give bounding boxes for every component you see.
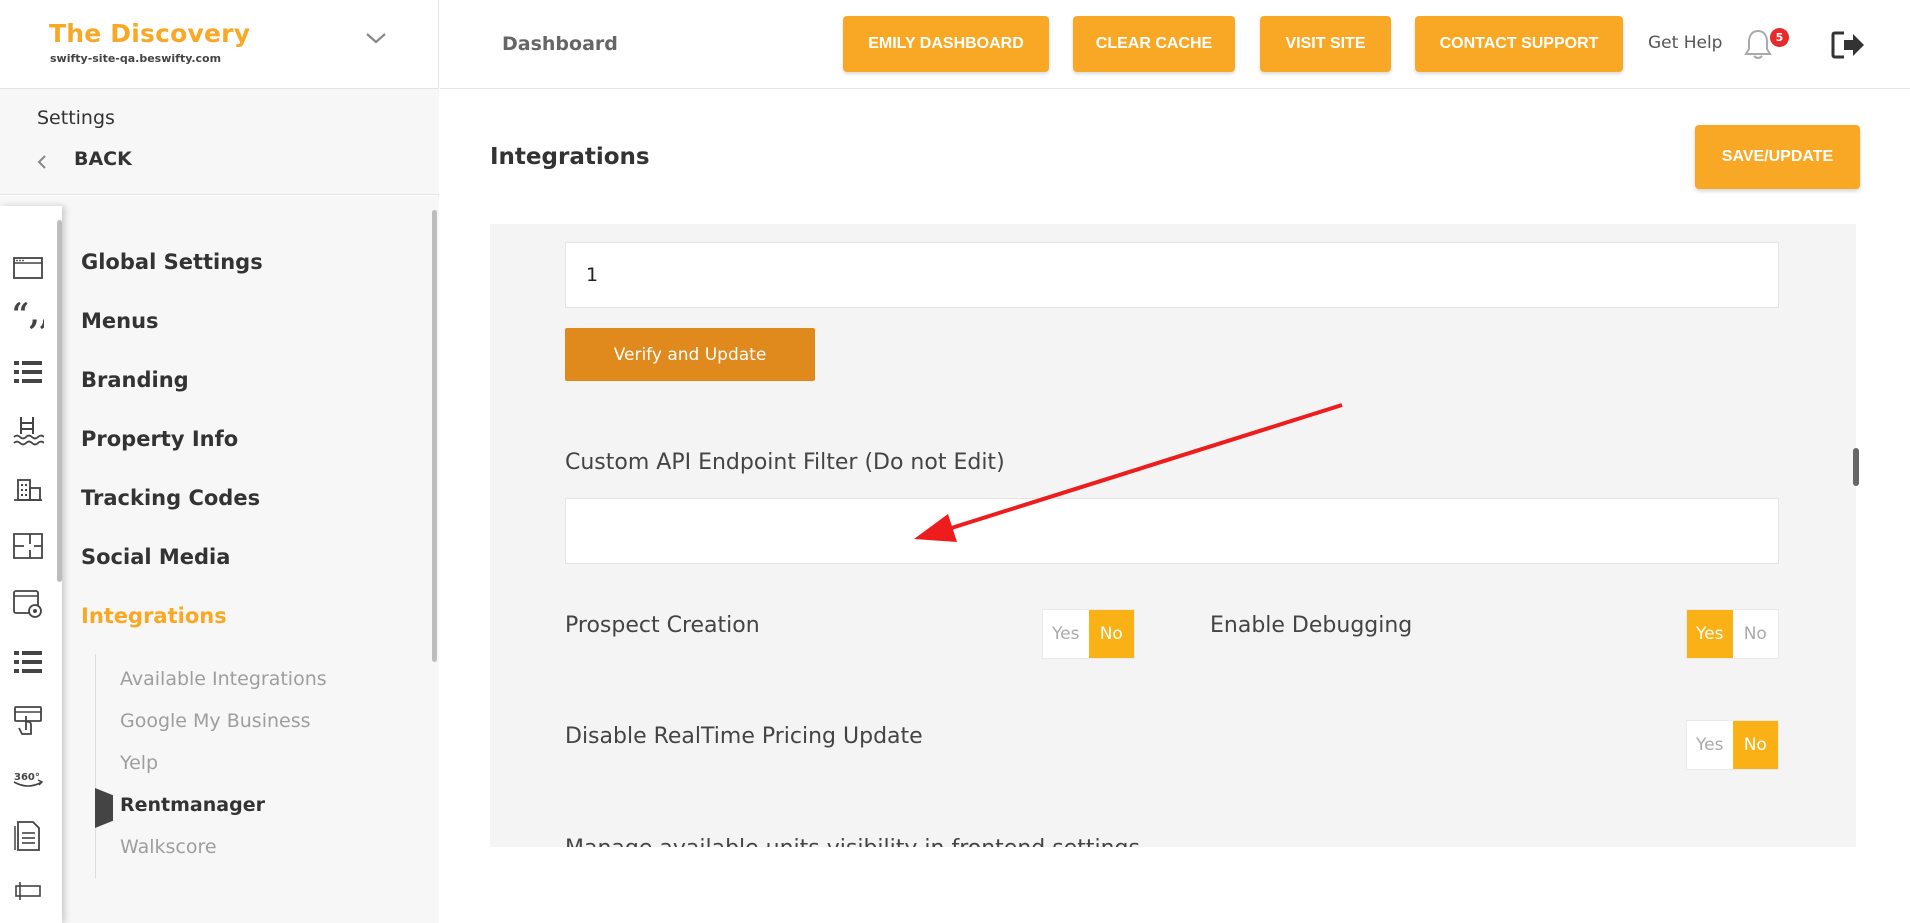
active-sub-marker [95, 788, 113, 828]
sub-item-walkscore[interactable]: Walkscore [120, 836, 217, 858]
sub-item-google-my-business[interactable]: Google My Business [120, 710, 311, 732]
content-scrollbar[interactable] [1853, 448, 1859, 486]
nav-item-integrations[interactable]: Integrations [81, 604, 227, 628]
sub-item-yelp[interactable]: Yelp [120, 752, 158, 774]
disable-realtime-pricing-label: Disable RealTime Pricing Update [565, 724, 923, 749]
chevron-down-icon[interactable] [364, 26, 388, 50]
logout-icon[interactable] [1830, 29, 1866, 61]
nav-item-property-info[interactable]: Property Info [81, 427, 238, 451]
icon-strip: “,, [0, 206, 62, 923]
nav-scrollbar[interactable] [432, 210, 437, 662]
enable-debugging-yes[interactable]: Yes [1687, 610, 1733, 658]
settings-header: Settings BACK [0, 89, 439, 195]
browser-window-icon[interactable] [12, 252, 44, 284]
sub-item-available-integrations[interactable]: Available Integrations [120, 668, 327, 690]
disable-realtime-pricing-yes[interactable]: Yes [1687, 721, 1733, 769]
sub-nav-line [95, 654, 96, 878]
360-view-icon[interactable]: 360° [12, 762, 44, 794]
prospect-creation-toggle: Yes No [1042, 609, 1135, 659]
emily-dashboard-button[interactable]: EMILY DASHBOARD [843, 16, 1049, 72]
nav-item-global-settings[interactable]: Global Settings [81, 250, 263, 274]
disable-realtime-pricing-toggle: Yes No [1686, 720, 1779, 770]
get-help-link[interactable]: Get Help [1648, 33, 1722, 53]
prospect-creation-label: Prospect Creation [565, 613, 760, 638]
visit-site-button[interactable]: VISIT SITE [1260, 16, 1391, 72]
svg-text:360°: 360° [14, 772, 40, 783]
brand-header[interactable]: The Discovery swifty-site-qa.beswifty.co… [0, 0, 439, 89]
dashboard-link[interactable]: Dashboard [502, 33, 618, 55]
page-title: Integrations [490, 144, 650, 170]
svg-text:“,,: “,, [12, 298, 44, 330]
property-id-input[interactable] [565, 242, 1779, 308]
enable-debugging-no[interactable]: No [1733, 610, 1779, 658]
back-button[interactable]: BACK [74, 148, 132, 170]
list-icon[interactable] [12, 356, 44, 388]
nav-item-menus[interactable]: Menus [81, 309, 159, 333]
enable-debugging-label: Enable Debugging [1210, 613, 1413, 638]
clear-cache-button[interactable]: CLEAR CACHE [1073, 16, 1235, 72]
integration-settings-panel: Verify and Update Custom API Endpoint Fi… [490, 224, 1856, 847]
bell-icon[interactable] [1742, 27, 1774, 61]
contact-support-button[interactable]: CONTACT SUPPORT [1415, 16, 1623, 72]
verify-and-update-button[interactable]: Verify and Update [565, 328, 815, 381]
nav-item-tracking-codes[interactable]: Tracking Codes [81, 486, 260, 510]
building-icon[interactable] [12, 472, 44, 504]
custom-api-endpoint-input[interactable] [565, 498, 1779, 564]
nav-item-branding[interactable]: Branding [81, 368, 189, 392]
touch-screen-icon[interactable] [12, 704, 44, 736]
settings-window-icon[interactable] [12, 588, 44, 620]
settings-nav: “,, [0, 196, 439, 923]
top-bar: Dashboard EMILY DASHBOARD CLEAR CACHE VI… [440, 0, 1910, 89]
nav-item-social-media[interactable]: Social Media [81, 545, 230, 569]
left-panel: The Discovery swifty-site-qa.beswifty.co… [0, 0, 439, 923]
save-update-button[interactable]: SAVE/UPDATE [1695, 125, 1860, 189]
floorplan-icon[interactable] [12, 530, 44, 562]
brand-subtitle: swifty-site-qa.beswifty.com [50, 52, 222, 65]
icon-strip-scrollbar[interactable] [57, 220, 62, 582]
disable-realtime-pricing-no[interactable]: No [1732, 721, 1778, 769]
prospect-creation-no[interactable]: No [1088, 610, 1134, 658]
pool-icon[interactable] [12, 414, 44, 446]
sign-icon[interactable] [12, 878, 44, 910]
enable-debugging-toggle: Yes No [1686, 609, 1779, 659]
settings-label: Settings [37, 107, 115, 129]
notification-badge: 5 [1770, 28, 1789, 47]
quote-icon[interactable]: “,, [12, 298, 44, 330]
chevron-left-icon[interactable] [34, 154, 50, 170]
list-icon[interactable] [12, 646, 44, 678]
prospect-creation-yes[interactable]: Yes [1043, 610, 1089, 658]
document-icon[interactable] [12, 820, 44, 852]
manage-units-visibility-label: Manage available units visibility in fro… [565, 836, 1140, 847]
brand-title: The Discovery [49, 19, 251, 48]
sub-item-rentmanager[interactable]: Rentmanager [120, 794, 265, 816]
custom-api-endpoint-label: Custom API Endpoint Filter (Do not Edit) [565, 450, 1005, 475]
